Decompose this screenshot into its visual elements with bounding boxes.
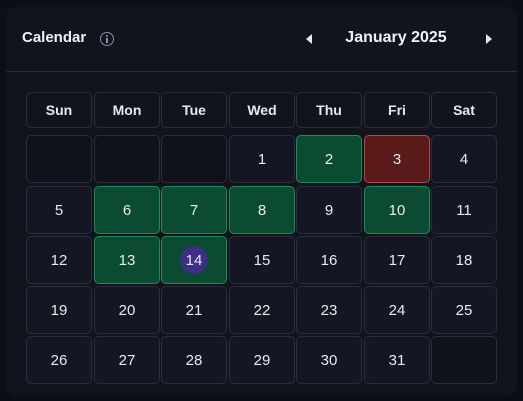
day-cell-today[interactable]: 14 [161,236,227,284]
day-cell[interactable]: 23 [296,286,362,334]
empty-day-cell [161,135,227,183]
day-cell[interactable]: 24 [364,286,430,334]
day-cell[interactable]: 13 [94,236,160,284]
day-cell[interactable]: 11 [431,186,497,234]
day-cell[interactable]: 8 [229,186,295,234]
prev-month-button[interactable] [298,25,320,53]
day-cell[interactable]: 2 [296,135,362,183]
day-cell[interactable]: 18 [431,236,497,284]
day-cell[interactable]: 9 [296,186,362,234]
day-cell[interactable]: 29 [229,336,295,384]
calendar-card: Calendar January 2025 Sun Mon Tue Wed Thu Fri… [6,7,517,395]
chevron-right-icon [486,34,492,44]
weekday-header: Sun [26,92,92,128]
calendar-title: Calendar [22,29,87,46]
day-cell[interactable]: 27 [94,336,160,384]
day-cell[interactable]: 4 [431,135,497,183]
day-cell[interactable]: 6 [94,186,160,234]
month-label: January 2025 [345,29,447,46]
weekday-header: Mon [94,92,160,128]
day-cell[interactable]: 7 [161,186,227,234]
day-cell[interactable]: 20 [94,286,160,334]
info-icon[interactable] [100,32,114,46]
day-cell[interactable]: 3 [364,135,430,183]
day-cell[interactable]: 25 [431,286,497,334]
day-cell[interactable]: 22 [229,286,295,334]
day-cell[interactable]: 5 [26,186,92,234]
day-cell[interactable]: 16 [296,236,362,284]
day-cell[interactable]: 30 [296,336,362,384]
weekday-header: Wed [229,92,295,128]
day-cell[interactable]: 15 [229,236,295,284]
empty-day-cell [26,135,92,183]
next-month-button[interactable] [478,25,500,53]
day-cell[interactable]: 19 [26,286,92,334]
weekday-header: Fri [364,92,430,128]
day-cell[interactable]: 10 [364,186,430,234]
day-cell[interactable]: 17 [364,236,430,284]
today-marker: 14 [180,246,208,274]
calendar-header: Calendar January 2025 [6,7,517,72]
empty-day-cell [94,135,160,183]
weekday-header: Tue [161,92,227,128]
weekday-header: Sat [431,92,497,128]
day-cell[interactable]: 12 [26,236,92,284]
day-cell[interactable]: 31 [364,336,430,384]
weekday-header: Thu [296,92,362,128]
day-cell[interactable]: 28 [161,336,227,384]
chevron-left-icon [306,34,312,44]
day-cell[interactable]: 26 [26,336,92,384]
day-cell[interactable]: 21 [161,286,227,334]
empty-day-cell [431,336,497,384]
day-cell[interactable]: 1 [229,135,295,183]
